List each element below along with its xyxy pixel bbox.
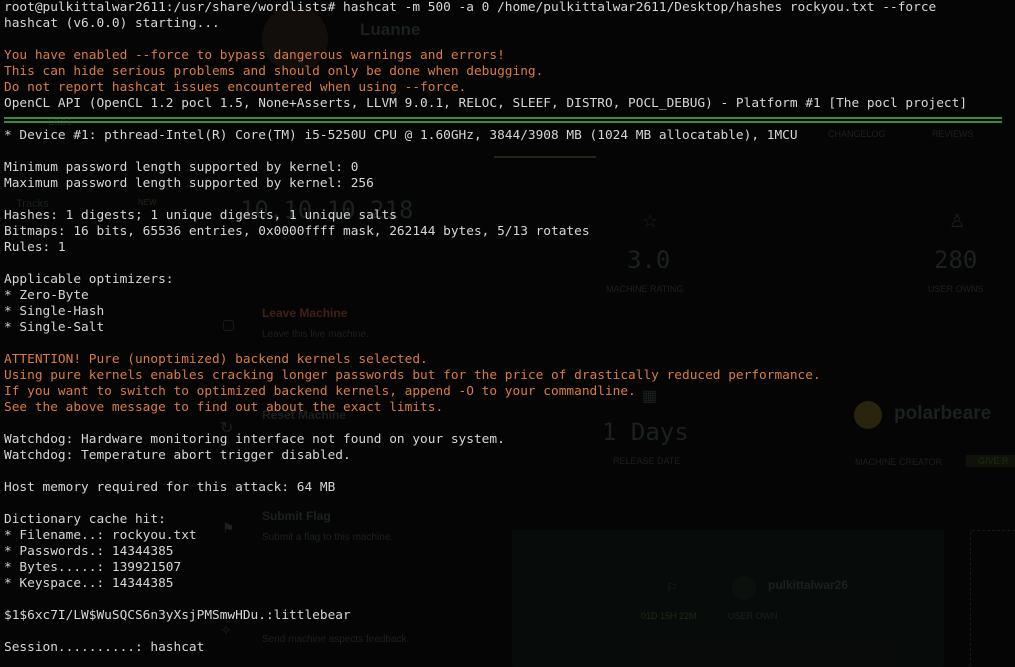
- terminal-line: Maximum password length supported by ker…: [4, 176, 374, 191]
- terminal-line: Hashes: 1 digests; 1 unique digests, 1 u…: [4, 208, 397, 223]
- terminal-line: Dictionary cache hit:: [4, 512, 166, 527]
- terminal-line: Minimum password length supported by ker…: [4, 160, 359, 175]
- terminal-line: Applicable optimizers:: [4, 272, 174, 287]
- terminal-line: * Filename..: rockyou.txt: [4, 528, 197, 543]
- terminal-line: Using pure kernels enables cracking long…: [4, 368, 821, 383]
- terminal-line: See the above message to find out about …: [4, 400, 444, 415]
- terminal-window[interactable]: root@pulkittalwar2611:/usr/share/wordlis…: [0, 0, 1015, 667]
- terminal-line: ATTENTION! Pure (unoptimized) backend ke…: [4, 352, 428, 367]
- terminal-line: * Single-Hash: [4, 304, 105, 319]
- terminal-line: Session..........: hashcat: [4, 640, 205, 655]
- terminal-line: * Device #1: pthread-Intel(R) Core(TM) i…: [4, 128, 798, 143]
- terminal-line: root@pulkittalwar2611:/usr/share/wordlis…: [4, 0, 937, 15]
- terminal-line: Watchdog: Temperature abort trigger disa…: [4, 448, 351, 463]
- terminal-line: Bitmaps: 16 bits, 65536 entries, 0x0000f…: [4, 224, 590, 239]
- terminal-line: This can hide serious problems and shoul…: [4, 64, 544, 79]
- terminal-line: Host memory required for this attack: 64…: [4, 480, 336, 495]
- terminal-line: * Keyspace..: 14344385: [4, 576, 174, 591]
- terminal-line: OpenCL API (OpenCL 1.2 pocl 1.5, None+As…: [4, 96, 968, 111]
- terminal-line: $1$6xc7I/LW$WuSQCS6n3yXsjPMSmwHDu.:littl…: [4, 608, 351, 623]
- terminal-line: hashcat (v6.0.0) starting...: [4, 16, 220, 31]
- terminal-line: Do not report hashcat issues encountered…: [4, 80, 467, 95]
- terminal-line: Watchdog: Hardware monitoring interface …: [4, 432, 505, 447]
- terminal-output: root@pulkittalwar2611:/usr/share/wordlis…: [4, 0, 967, 656]
- terminal-line: Rules: 1: [4, 240, 66, 255]
- terminal-line: * Bytes.....: 139921507: [4, 560, 182, 575]
- terminal-line: * Zero-Byte: [4, 288, 89, 303]
- terminal-line: You have enabled --force to bypass dange…: [4, 48, 505, 63]
- terminal-line: If you want to switch to optimized backe…: [4, 384, 636, 399]
- terminal-line: * Passwords.: 14344385: [4, 544, 174, 559]
- terminal-line: * Single-Salt: [4, 320, 105, 335]
